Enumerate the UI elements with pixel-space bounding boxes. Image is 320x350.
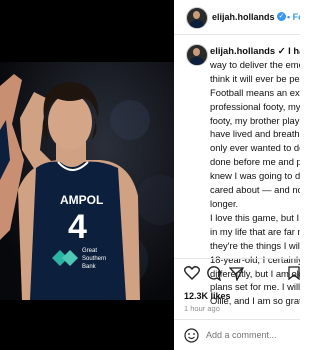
caption-line: longer. [210,197,239,209]
caption-line: think it will ever be per [210,72,300,84]
likes-count[interactable]: 12.3K likes [184,291,231,301]
heart-icon[interactable] [184,266,200,280]
caption-line: cared about — and no [210,184,300,196]
caption-line: professional footy, my [210,100,300,112]
caption-line: Football means an extr [210,86,300,98]
caption-line: in my life that are far m [210,225,300,237]
svg-text:Bank: Bank [82,264,97,270]
photo-scene: AMPOL 4 Great Southern Bank [0,0,174,350]
caption-line: way to deliver the emo [210,58,300,70]
caption-line: have lived and breathe [210,128,300,140]
post-panel: elijah.hollands ✓ • Follow elijah.hollan… [174,0,300,350]
add-comment-bar [174,319,300,350]
add-comment-input[interactable] [206,327,296,343]
caption-line: I love this game, but I [210,211,300,223]
post-photo[interactable]: AMPOL 4 Great Southern Bank [0,0,174,350]
caption-avatar[interactable] [186,44,208,66]
avatar[interactable] [186,7,208,29]
caption-line: knew I was going to do [210,170,300,182]
jersey-number: 4 [68,208,87,246]
follow-button[interactable]: • Follow [287,12,300,22]
svg-text:Great: Great [82,248,97,254]
comment-icon[interactable] [206,266,221,281]
post-time: 1 hour ago [184,304,220,313]
post-actions [174,258,300,283]
caption-line: elijah.hollands ✓ I have [210,45,300,56]
caption-line: only ever wanted to do [210,142,300,154]
share-icon[interactable] [229,266,244,281]
header-username[interactable]: elijah.hollands [212,12,275,22]
verified-badge-icon: ✓ [277,12,286,21]
caption-line: footy, my brother plays [210,114,300,126]
bookmark-icon[interactable] [288,266,300,280]
post-header: elijah.hollands ✓ • Follow [174,0,300,35]
caption-line: done before me and pl [210,156,300,168]
jersey-sponsor: AMPOL [60,193,103,207]
emoji-icon[interactable] [184,328,199,343]
caption-line: they're the things I will [210,239,300,251]
svg-text:Southern: Southern [82,256,106,262]
